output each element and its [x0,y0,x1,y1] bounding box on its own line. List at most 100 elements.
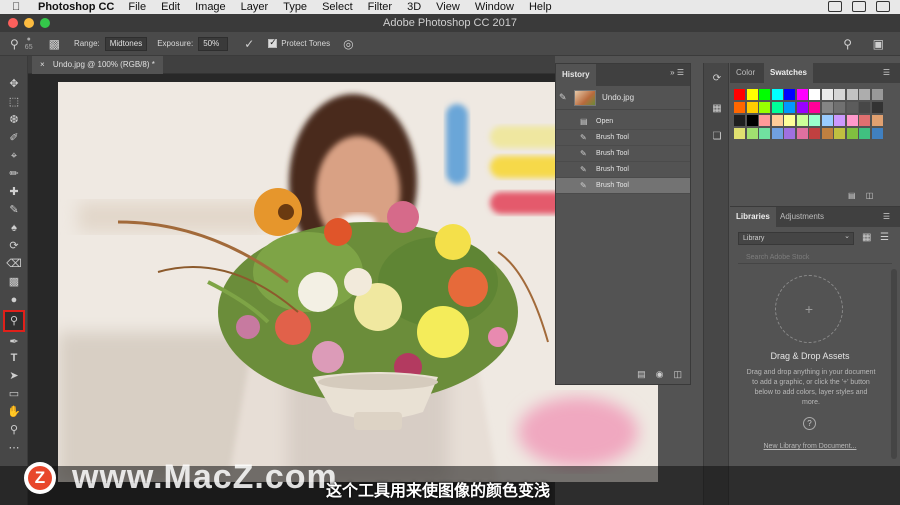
history-state[interactable]: ✎ Brush Tool [556,130,690,146]
swatch[interactable] [821,89,833,100]
swatch[interactable] [846,115,858,126]
swatch[interactable] [759,128,770,139]
swatch[interactable] [759,115,770,126]
menu-3d[interactable]: 3D [407,1,421,13]
swatch[interactable] [834,102,845,113]
brush-tool-icon[interactable]: ✎ [5,202,23,218]
trash-icon[interactable]: ◫ [866,191,874,200]
dodge-tool-icon[interactable]: ⚲ [10,37,19,51]
grid-view-icon[interactable]: ▦ [862,232,874,244]
display-icon[interactable] [852,1,866,12]
clone-stamp-tool-icon[interactable]: ♠ [5,220,23,236]
swatch[interactable] [809,102,820,113]
list-view-icon[interactable]: ☰ [880,232,892,244]
zoom-tool-icon[interactable]: ⚲ [5,422,23,438]
more-tools-icon[interactable]: ⋯ [5,440,23,456]
swatch[interactable] [796,102,808,113]
swatch[interactable] [734,115,745,126]
crop-tool-icon[interactable]: ⌖ [5,148,23,164]
tab-color[interactable]: Color [730,63,761,83]
pressure-icon[interactable]: ◎ [343,37,353,51]
trash-icon[interactable]: ◫ [673,369,682,380]
history-brush-tool-icon[interactable]: ⟳ [5,238,23,254]
swatch[interactable] [734,128,745,139]
close-tab-icon[interactable]: × [40,60,45,69]
swatch[interactable] [871,115,883,126]
swatch[interactable] [796,89,808,100]
canvas-area[interactable] [28,74,658,505]
menu-window[interactable]: Window [475,1,514,13]
swatch[interactable] [809,89,820,100]
swatch[interactable] [834,128,845,139]
history-state[interactable]: ✎ Brush Tool [556,146,690,162]
swatch[interactable] [784,115,795,126]
type-tool-icon[interactable]: T [5,350,23,366]
properties-panel-icon[interactable]: ▦ [710,103,724,117]
menu-file[interactable]: File [128,1,146,13]
panel-menu-icon[interactable]: » ☰ [670,68,684,77]
menu-select[interactable]: Select [322,1,353,13]
swatch[interactable] [871,89,883,100]
swatch[interactable] [759,89,770,100]
menu-help[interactable]: Help [529,1,552,13]
eyedropper-tool-icon[interactable]: ✏ [5,166,23,182]
menu-image[interactable]: Image [195,1,226,13]
pen-tool-icon[interactable]: ✒ [5,334,23,350]
swatch[interactable] [859,89,870,100]
swatch[interactable] [746,89,758,100]
swatch[interactable] [759,102,770,113]
swatch[interactable] [834,115,845,126]
swatch[interactable] [734,102,745,113]
history-source-brush-icon[interactable]: ✎ [559,92,567,103]
blur-tool-icon[interactable]: ● [5,292,23,308]
swatch[interactable] [746,128,758,139]
tab-swatches[interactable]: Swatches [764,63,813,83]
swatch[interactable] [784,128,795,139]
add-asset-dropzone[interactable]: + [775,275,843,343]
new-swatch-icon[interactable]: ▤ [848,191,856,200]
swatch[interactable] [871,128,883,139]
airbrush-icon[interactable]: ✓ [244,37,254,51]
swatch[interactable] [846,128,858,139]
marquee-tool-icon[interactable]: ⬚ [5,94,23,110]
swatch[interactable] [796,115,808,126]
brush-preset-picker[interactable]: ● 65 [25,36,33,52]
menu-view[interactable]: View [436,1,460,13]
quick-select-tool-icon[interactable]: ✐ [5,130,23,146]
swatch[interactable] [809,115,820,126]
apple-icon[interactable]:  [12,1,26,13]
stock-search-input[interactable]: Search Adobe Stock [738,251,892,264]
swatch[interactable] [821,128,833,139]
app-menu[interactable]: Photoshop CC [38,1,114,13]
panel-menu-icon[interactable]: ☰ [877,207,896,227]
list-icon[interactable] [876,1,890,12]
new-library-link[interactable]: New Library from Document... [730,443,890,450]
zoom-icon[interactable] [40,18,50,28]
tab-adjustments[interactable]: Adjustments [774,207,830,227]
history-panel-title[interactable]: History [556,64,596,86]
library-selector[interactable]: Library [738,231,854,245]
protect-tones-checkbox[interactable] [268,37,278,48]
swatch[interactable] [746,102,758,113]
menu-layer[interactable]: Layer [241,1,269,13]
swatch[interactable] [846,102,858,113]
layer-comps-icon[interactable]: ❏ [710,131,724,145]
history-panel-icon[interactable]: ⟳ [710,73,724,87]
exposure-field[interactable]: 50% [198,36,229,51]
swatch[interactable] [771,102,783,113]
rectangle-tool-icon[interactable]: ▭ [5,386,23,402]
swatch[interactable] [846,89,858,100]
range-select[interactable]: Midtones [104,36,148,51]
panel-menu-icon[interactable]: ☰ [877,63,896,83]
hand-tool-icon[interactable]: ✋ [5,404,23,420]
history-state-selected[interactable]: ✎ Brush Tool [556,178,690,194]
new-document-from-state-icon[interactable]: ▤ [637,369,646,380]
history-snapshot[interactable]: ✎ Undo.jpg [556,86,690,110]
swatch[interactable] [859,128,870,139]
swatch[interactable] [871,102,883,113]
path-select-tool-icon[interactable]: ➤ [5,368,23,384]
workspace-icon[interactable]: ▣ [873,37,884,51]
brush-panel-icon[interactable]: ▩ [49,37,60,51]
menu-filter[interactable]: Filter [368,1,392,13]
gradient-tool-icon[interactable]: ▩ [5,274,23,290]
